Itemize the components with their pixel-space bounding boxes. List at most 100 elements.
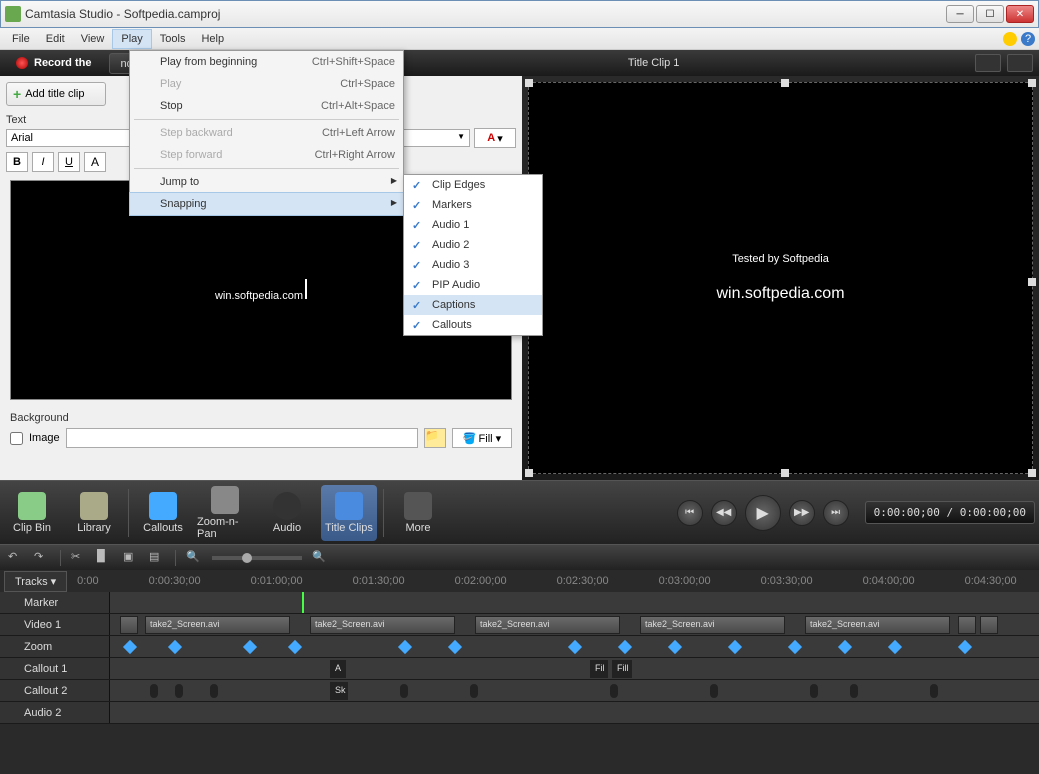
callout-badge[interactable]: Fil — [590, 660, 608, 678]
menu-play-from-beginning[interactable]: Play from beginningCtrl+Shift+Space — [130, 51, 403, 73]
menu-file[interactable]: File — [4, 30, 38, 48]
callout-mark[interactable] — [710, 684, 718, 698]
add-title-clip-button[interactable]: +Add title clip — [6, 82, 106, 106]
minimize-button[interactable]: ─ — [946, 5, 974, 23]
resize-handle[interactable] — [1028, 79, 1036, 87]
fullscreen-icon[interactable] — [975, 54, 1001, 72]
callout-mark[interactable] — [210, 684, 218, 698]
time-ruler[interactable]: 0:000:00:30;000:01:00;000:01:30;000:02:0… — [67, 575, 1039, 587]
menu-snapping[interactable]: Snapping — [129, 192, 404, 216]
zoom-keyframe[interactable] — [243, 640, 257, 654]
zoom-keyframe[interactable] — [728, 640, 742, 654]
browse-button[interactable]: 📁 — [424, 428, 446, 448]
redo-icon[interactable]: ↷ — [34, 550, 50, 566]
help-icon[interactable]: ? — [1021, 32, 1035, 46]
play-button[interactable]: ▶ — [745, 495, 781, 531]
clip[interactable] — [980, 616, 998, 634]
callout-mark[interactable] — [610, 684, 618, 698]
zoom-in-icon[interactable]: 🔍 — [312, 550, 328, 566]
clip[interactable]: take2_Screen.avi — [310, 616, 455, 634]
menu-help[interactable]: Help — [193, 30, 232, 48]
tip-icon[interactable] — [1003, 32, 1017, 46]
resize-handle[interactable] — [781, 469, 789, 477]
callout-mark[interactable] — [810, 684, 818, 698]
snap-audio1[interactable]: Audio 1 — [404, 215, 542, 235]
snap-captions[interactable]: Captions — [404, 295, 542, 315]
menu-edit[interactable]: Edit — [38, 30, 73, 48]
tab-zoom[interactable]: Zoom-n-Pan — [197, 485, 253, 541]
zoom-out-icon[interactable]: 🔍 — [186, 550, 202, 566]
bold-button[interactable]: B — [6, 152, 28, 172]
clip[interactable]: take2_Screen.avi — [640, 616, 785, 634]
zoom-keyframe[interactable] — [568, 640, 582, 654]
menu-jump-to[interactable]: Jump to — [130, 171, 403, 193]
callout-mark[interactable] — [150, 684, 158, 698]
callout-badge[interactable]: A — [330, 660, 346, 678]
resize-handle[interactable] — [1028, 278, 1036, 286]
zoom-keyframe[interactable] — [958, 640, 972, 654]
zoom-keyframe[interactable] — [123, 640, 137, 654]
snap-pip-audio[interactable]: PIP Audio — [404, 275, 542, 295]
text-style-button[interactable]: A — [84, 152, 106, 172]
menu-stop[interactable]: StopCtrl+Alt+Space — [130, 95, 403, 117]
fill-button[interactable]: 🪣Fill ▾ — [452, 428, 512, 448]
underline-button[interactable]: U — [58, 152, 80, 172]
zoom-slider[interactable] — [212, 556, 302, 560]
tab-clipbin[interactable]: Clip Bin — [4, 485, 60, 541]
menu-step-backward[interactable]: Step backwardCtrl+Left Arrow — [130, 122, 403, 144]
clip[interactable]: take2_Screen.avi — [475, 616, 620, 634]
callout-mark[interactable] — [400, 684, 408, 698]
menu-play-item[interactable]: PlayCtrl+Space — [130, 73, 403, 95]
zoom-keyframe[interactable] — [618, 640, 632, 654]
snap-clip-edges[interactable]: Clip Edges — [404, 175, 542, 195]
forward-button[interactable]: ▶▶ — [789, 500, 815, 526]
tab-audio[interactable]: Audio — [259, 485, 315, 541]
callout-mark[interactable] — [850, 684, 858, 698]
clip[interactable] — [958, 616, 976, 634]
resize-handle[interactable] — [525, 469, 533, 477]
image-path-input[interactable] — [66, 428, 418, 448]
record-button[interactable]: Record the — [6, 54, 101, 72]
snap-markers[interactable]: Markers — [404, 195, 542, 215]
tab-title-clips[interactable]: Title Clips — [321, 485, 377, 541]
copy-icon[interactable]: ▣ — [123, 550, 139, 566]
resize-handle[interactable] — [1028, 469, 1036, 477]
next-button[interactable]: ⏭ — [823, 500, 849, 526]
tab-more[interactable]: More — [390, 485, 446, 541]
maximize-button[interactable]: ☐ — [976, 5, 1004, 23]
cut-icon[interactable]: ✂ — [71, 550, 87, 566]
zoom-keyframe[interactable] — [168, 640, 182, 654]
rewind-button[interactable]: ◀◀ — [711, 500, 737, 526]
clip[interactable] — [120, 616, 138, 634]
close-button[interactable]: ✕ — [1006, 5, 1034, 23]
tab-library[interactable]: Library — [66, 485, 122, 541]
zoom-keyframe[interactable] — [788, 640, 802, 654]
snap-audio3[interactable]: Audio 3 — [404, 255, 542, 275]
paste-icon[interactable]: ▤ — [149, 550, 165, 566]
prev-button[interactable]: ⏮ — [677, 500, 703, 526]
zoom-keyframe[interactable] — [398, 640, 412, 654]
resize-handle[interactable] — [781, 79, 789, 87]
tab-callouts[interactable]: Callouts — [135, 485, 191, 541]
menu-tools[interactable]: Tools — [152, 30, 194, 48]
callout-mark[interactable] — [470, 684, 478, 698]
clip[interactable]: take2_Screen.avi — [805, 616, 950, 634]
italic-button[interactable]: I — [32, 152, 54, 172]
zoom-keyframe[interactable] — [448, 640, 462, 654]
menu-play[interactable]: Play — [112, 29, 151, 49]
split-icon[interactable]: █ — [97, 550, 113, 566]
callout-badge[interactable]: Fill — [612, 660, 632, 678]
detach-icon[interactable] — [1007, 54, 1033, 72]
snap-audio2[interactable]: Audio 2 — [404, 235, 542, 255]
zoom-keyframe[interactable] — [838, 640, 852, 654]
callout-mark[interactable] — [175, 684, 183, 698]
resize-handle[interactable] — [525, 79, 533, 87]
font-color-button[interactable]: A▾ — [474, 128, 516, 148]
preview-canvas[interactable]: Tested by Softpedia win.softpedia.com — [528, 82, 1033, 474]
zoom-keyframe[interactable] — [888, 640, 902, 654]
image-checkbox[interactable] — [10, 432, 23, 445]
playhead[interactable] — [302, 592, 304, 613]
zoom-keyframe[interactable] — [668, 640, 682, 654]
menu-step-forward[interactable]: Step forwardCtrl+Right Arrow — [130, 144, 403, 166]
undo-icon[interactable]: ↶ — [8, 550, 24, 566]
